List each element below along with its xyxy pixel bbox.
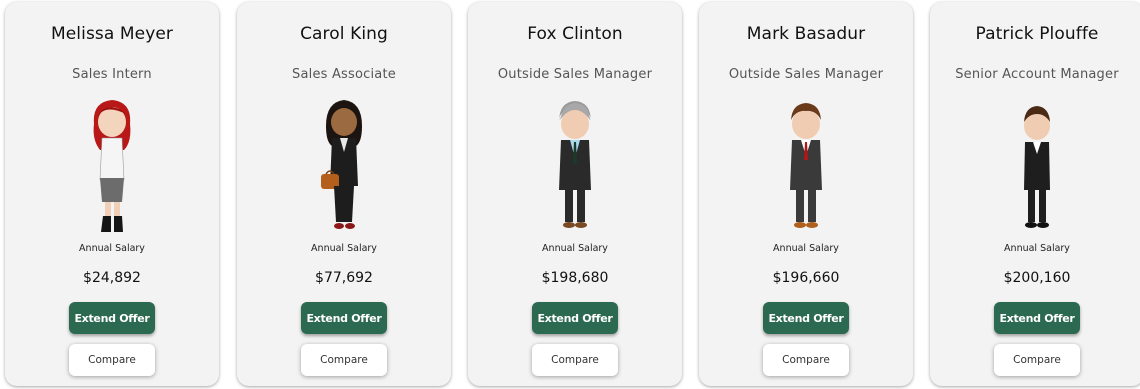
male-dark-suit-avatar-icon xyxy=(1024,106,1050,228)
extend-offer-button[interactable]: Extend Offer xyxy=(69,302,155,334)
candidate-card: Patrick Plouffe Senior Account Manager A… xyxy=(930,2,1140,386)
extend-offer-button[interactable]: Extend Offer xyxy=(763,302,849,334)
compare-button[interactable]: Compare xyxy=(301,344,387,376)
candidate-title: Senior Account Manager xyxy=(955,67,1119,82)
candidate-name: Patrick Plouffe xyxy=(975,24,1099,44)
candidate-card: Melissa Meyer Sales Intern Annual Salary… xyxy=(5,2,219,386)
compare-button[interactable]: Compare xyxy=(532,344,618,376)
compare-button[interactable]: Compare xyxy=(69,344,155,376)
salary-label: Annual Salary xyxy=(1004,243,1070,254)
candidate-cards: Melissa Meyer Sales Intern Annual Salary… xyxy=(0,0,1140,389)
salary-value: $77,692 xyxy=(315,270,373,286)
candidate-name: Carol King xyxy=(300,24,388,44)
compare-button[interactable]: Compare xyxy=(763,344,849,376)
candidate-card: Fox Clinton Outside Sales Manager Annual… xyxy=(468,2,682,386)
salary-label: Annual Salary xyxy=(79,243,145,254)
candidate-title: Outside Sales Manager xyxy=(728,67,884,82)
extend-offer-button[interactable]: Extend Offer xyxy=(994,302,1080,334)
candidate-title: Sales Intern xyxy=(72,67,152,82)
salary-value: $196,660 xyxy=(772,270,840,286)
male-gray-hair-avatar-icon xyxy=(559,101,591,228)
compare-button[interactable]: Compare xyxy=(994,344,1080,376)
candidate-title: Sales Associate xyxy=(292,67,396,82)
female-briefcase-avatar-icon xyxy=(321,100,362,229)
candidate-title: Outside Sales Manager xyxy=(497,67,653,82)
male-brown-hair-avatar-icon xyxy=(790,103,822,228)
salary-value: $200,160 xyxy=(1003,270,1071,286)
salary-label: Annual Salary xyxy=(773,243,839,254)
salary-value: $198,680 xyxy=(541,270,609,286)
candidate-name: Fox Clinton xyxy=(527,24,623,44)
salary-value: $24,892 xyxy=(83,270,141,286)
salary-label: Annual Salary xyxy=(542,243,608,254)
candidate-card: Carol King Sales Associate Annual Salary… xyxy=(237,2,451,386)
candidate-card: Mark Basadur Outside Sales Manager Annua… xyxy=(699,2,913,386)
salary-label: Annual Salary xyxy=(311,243,377,254)
candidate-name: Melissa Meyer xyxy=(50,24,174,44)
extend-offer-button[interactable]: Extend Offer xyxy=(532,302,618,334)
extend-offer-button[interactable]: Extend Offer xyxy=(301,302,387,334)
female-red-hair-avatar-icon xyxy=(93,100,131,232)
candidate-name: Mark Basadur xyxy=(746,24,866,44)
